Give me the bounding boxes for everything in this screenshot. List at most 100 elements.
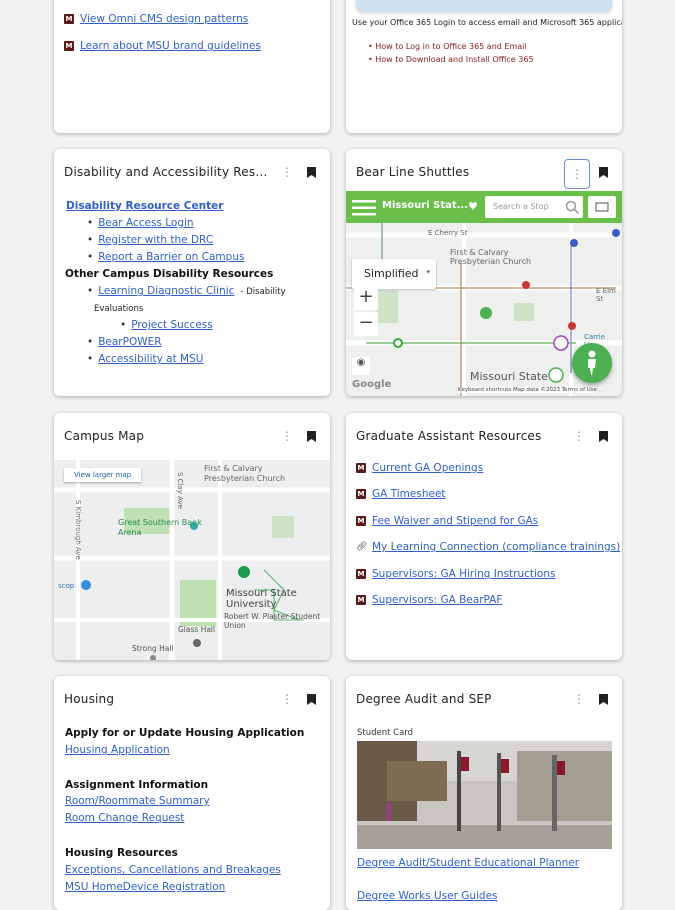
card-housing: Housing ⋮ Apply for or Update Housing Ap…	[54, 676, 330, 910]
shuttle-map-frame[interactable]: Missouri Stat... ♥ Search a Stop E Cherr…	[346, 191, 622, 396]
link-degree-works-guides[interactable]: Degree Works User Guides	[357, 890, 498, 902]
list-item[interactable]: 🔗︎ My Learning Connection (compliance tra…	[356, 541, 620, 553]
card-design-resources: M View Omni CMS design patterns M Learn …	[54, 0, 330, 133]
map-label-univ: Missouri State	[470, 370, 548, 383]
card-header: Graduate Assistant Resources ⋮	[356, 425, 614, 447]
zoom-out-button[interactable]: −	[354, 312, 378, 336]
card-office365: Use your Office 365 Login to access emai…	[346, 0, 622, 133]
msu-logo-icon: M	[356, 516, 366, 526]
map-label-kimbrough: S Kimbrough Ave	[74, 500, 82, 560]
office-banner-image	[356, 0, 612, 12]
map-attribution: Keyboard shortcuts Map data ©2023 Terms …	[458, 387, 598, 393]
student-card-caption: Student Card	[357, 728, 414, 738]
list-item[interactable]: Learning Diagnostic Clinic- Disability	[87, 285, 285, 297]
card-title: Graduate Assistant Resources	[356, 429, 542, 443]
map-label-scop: scop	[58, 582, 75, 590]
bookmark-icon[interactable]	[592, 425, 614, 447]
bookmark-icon[interactable]	[592, 161, 614, 183]
office-intro-text: Use your Office 365 Login to access emai…	[352, 18, 622, 27]
more-vert-icon[interactable]: ⋮	[276, 161, 298, 183]
bus-card-icon[interactable]	[588, 196, 616, 218]
more-vert-icon[interactable]: ⋮	[568, 425, 590, 447]
link-room-summary[interactable]: Room/Roommate Summary	[65, 795, 210, 807]
list-item[interactable]: M Supervisors: GA BearPAF	[356, 594, 502, 606]
search-icon[interactable]	[565, 199, 580, 218]
link-housing-application[interactable]: Housing Application	[65, 744, 170, 756]
more-vert-icon[interactable]: ⋮	[276, 425, 298, 447]
card-shuttles: Bear Line Shuttles ⋮ Missouri Stat... ♥ …	[346, 149, 622, 396]
card-header: Disability and Accessibility Resou... ⋮	[64, 161, 322, 183]
office-link-login[interactable]: • How to Log in to Office 365 and Email	[368, 42, 527, 51]
msu-logo-icon: M	[64, 14, 74, 24]
card-degree-audit: Degree Audit and SEP ⋮ Student Card Degr…	[346, 676, 622, 910]
card-header: Bear Line Shuttles ⋮	[356, 159, 614, 189]
list-item[interactable]: Project Success	[120, 319, 213, 331]
link-omni-design[interactable]: View Omni CMS design patterns	[80, 13, 248, 25]
map-label-cherry: E Cherry St	[428, 229, 468, 237]
more-vert-icon[interactable]: ⋮	[564, 159, 590, 189]
map-label-arena: Great Southern Bank Arena	[118, 518, 202, 537]
map-label-strong: Strong Hall	[132, 644, 174, 653]
stop-search-input[interactable]: Search a Stop	[485, 196, 583, 218]
ldc-note-cont: Evaluations	[94, 304, 144, 314]
card-disability: Disability and Accessibility Resou... ⋮ …	[54, 149, 330, 396]
map-label-plaster: Robert W. Plaster Student Union	[224, 612, 321, 630]
link-degree-audit[interactable]: Degree Audit/Student Educational Planner	[357, 857, 579, 869]
bookmark-icon[interactable]	[300, 425, 322, 447]
list-item[interactable]: Accessibility at MSU	[87, 353, 203, 365]
link-row-design[interactable]: M View Omni CMS design patterns	[64, 13, 248, 25]
card-ga-resources: Graduate Assistant Resources ⋮ M Current …	[346, 413, 622, 660]
map-mode-select[interactable]: Simplified ▾	[352, 259, 436, 289]
zoom-in-button[interactable]: +	[354, 286, 378, 310]
link-icon: 🔗︎	[356, 542, 368, 552]
housing-heading-assignment: Assignment Information	[65, 779, 209, 791]
map-label-univ: Missouri State University	[226, 588, 297, 610]
view-larger-map-button[interactable]: View larger map	[64, 468, 142, 482]
msu-logo-icon: M	[64, 41, 74, 51]
map-label-church: First & Calvary Presbyterian Church	[450, 248, 532, 266]
bookmark-icon[interactable]	[592, 688, 614, 710]
bookmark-icon[interactable]	[300, 688, 322, 710]
campus-photo	[357, 741, 612, 849]
list-item[interactable]: BearPOWER	[87, 336, 161, 348]
msu-logo-icon: M	[356, 489, 366, 499]
google-logo: Google	[352, 379, 392, 390]
hamburger-icon[interactable]	[352, 200, 376, 220]
card-title: Bear Line Shuttles	[356, 165, 470, 179]
msu-logo-icon: M	[356, 569, 366, 579]
accessibility-fab[interactable]	[572, 343, 612, 383]
msu-logo-icon: M	[356, 463, 366, 473]
card-header: Campus Map ⋮	[64, 425, 322, 447]
link-row-brand[interactable]: M Learn about MSU brand guidelines	[64, 40, 261, 52]
msu-logo-icon: M	[356, 595, 366, 605]
more-vert-icon[interactable]: ⋮	[568, 688, 590, 710]
card-title: Housing	[64, 692, 115, 706]
housing-heading-resources: Housing Resources	[65, 847, 178, 859]
campus-map-frame[interactable]: View larger map S Clay Ave First & Calva…	[54, 460, 330, 660]
link-homedevice[interactable]: MSU HomeDevice Registration	[65, 881, 225, 893]
list-item[interactable]: M Fee Waiver and Stipend for GAs	[356, 515, 538, 527]
list-item[interactable]: Register with the DRC	[87, 234, 213, 246]
list-item[interactable]: M Current GA Openings	[356, 462, 483, 474]
list-item[interactable]: Bear Access Login	[87, 217, 193, 229]
list-item[interactable]: M GA Timesheet	[356, 488, 446, 500]
link-brand-guidelines[interactable]: Learn about MSU brand guidelines	[80, 40, 261, 52]
more-vert-icon[interactable]: ⋮	[276, 688, 298, 710]
chevron-down-icon: ▾	[426, 268, 430, 276]
map-label-church: First & Calvary Presbyterian Church	[204, 464, 286, 483]
bookmark-icon[interactable]	[300, 161, 322, 183]
housing-heading-apply: Apply for or Update Housing Application	[65, 727, 305, 739]
list-item[interactable]: M Supervisors: GA Hiring Instructions	[356, 568, 555, 580]
map-label-glass: Glass Hall	[178, 625, 216, 634]
card-title: Campus Map	[64, 429, 145, 443]
link-disability-resource-center[interactable]: Disability Resource Center	[66, 200, 223, 212]
office-link-install[interactable]: • How to Download and Install Office 365	[368, 55, 534, 64]
locate-me-button[interactable]: ◉	[352, 357, 370, 375]
list-item[interactable]: Report a Barrier on Campus	[87, 251, 244, 263]
heart-icon[interactable]: ♥	[468, 200, 478, 213]
person-icon	[588, 350, 596, 375]
link-room-change[interactable]: Room Change Request	[65, 812, 184, 824]
link-exceptions[interactable]: Exceptions, Cancellations and Breakages	[65, 864, 281, 876]
shuttle-app-bar: Missouri Stat... ♥ Search a Stop	[346, 191, 622, 223]
card-header: Housing ⋮	[64, 688, 322, 710]
